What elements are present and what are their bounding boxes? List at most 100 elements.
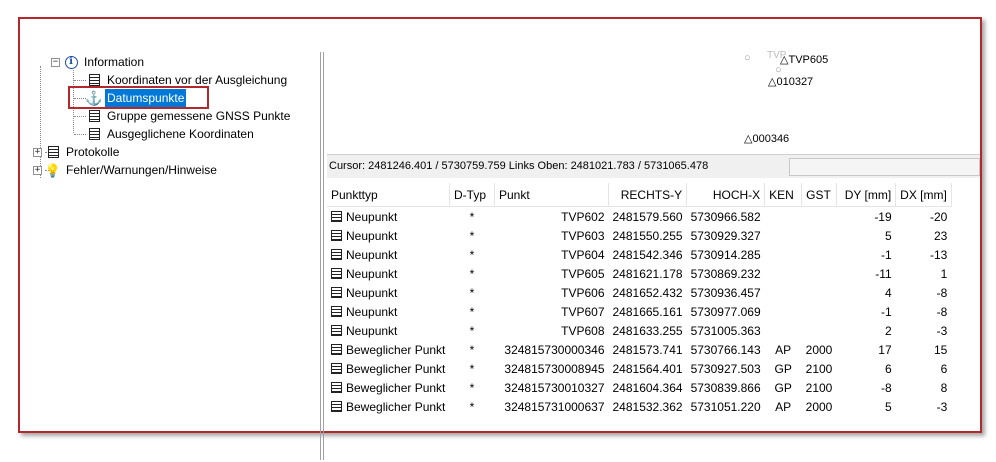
- tree-node-information[interactable]: − i Information: [51, 53, 146, 71]
- tree-node-fehler[interactable]: + 💡 Fehler/Warnungen/Hinweise: [33, 161, 219, 179]
- document-icon: [331, 344, 342, 355]
- point-marker: ○: [775, 64, 782, 76]
- cell-dy: -11: [875, 266, 892, 281]
- document-icon: [331, 325, 342, 336]
- table-row[interactable]: Neupunkt * TVP605 2481621.178 5730869.232 -11…: [327, 264, 951, 283]
- document-icon: [331, 401, 342, 412]
- cell-gst: [802, 321, 837, 340]
- cell-hoch: 5730977.069: [690, 304, 761, 319]
- cell-dx: -20: [929, 209, 948, 224]
- table-row[interactable]: Neupunkt * TVP606 2481652.432 5730936.457 4 -8: [327, 283, 951, 302]
- cell-dtyp: *: [469, 209, 475, 224]
- cell-punkt: TVP608: [561, 323, 605, 338]
- document-icon: [88, 128, 100, 140]
- cell-gst: [802, 302, 837, 321]
- cell-dy: -1: [880, 247, 892, 262]
- cell-hoch: 5730869.232: [690, 266, 761, 281]
- cell-dx: -3: [936, 323, 948, 338]
- table-row[interactable]: Neupunkt * TVP608 2481633.255 5731005.363 2 -3: [327, 321, 951, 340]
- cell-rechts: 2481564.401: [612, 361, 683, 376]
- table-row[interactable]: Neupunkt * TVP602 2481579.560 5730966.582 -19…: [327, 207, 951, 227]
- cell-ken: GP: [774, 380, 792, 395]
- cell-dx: -8: [936, 285, 948, 300]
- tree-node-gruppe-gnss[interactable]: Gruppe gemessene GNSS Punkte: [87, 107, 292, 125]
- cell-hoch: 5730839.866: [690, 380, 761, 395]
- cell-dtyp: *: [469, 247, 475, 262]
- cell-ken: [765, 264, 802, 283]
- document-icon: [331, 363, 342, 374]
- expand-icon[interactable]: +: [33, 165, 42, 175]
- table-row[interactable]: Neupunkt * TVP607 2481665.161 5730977.069 -1 -…: [327, 302, 951, 321]
- results-table[interactable]: Punkttyp D-Typ Punkt RECHTS-Y HOCH-X KEN…: [327, 183, 980, 416]
- cell-rechts: 2481550.255: [612, 228, 683, 243]
- cell-rechts: 2481532.362: [612, 399, 683, 414]
- expand-icon[interactable]: +: [33, 147, 42, 157]
- cell-typ: Neupunkt: [327, 321, 450, 340]
- table-row[interactable]: Beweglicher Punkt * 324815730010327 2481604…: [327, 378, 951, 397]
- cell-typ: Beweglicher Punkt: [327, 397, 450, 416]
- column-header-dx[interactable]: DX [mm]: [895, 183, 952, 207]
- cell-ken: [765, 283, 802, 302]
- cell-dy: 17: [878, 342, 892, 357]
- cell-dy: -19: [874, 209, 892, 224]
- cell-typ: Neupunkt: [327, 283, 450, 302]
- table-row[interactable]: Beweglicher Punkt * 324815730000346 2481573…: [327, 340, 951, 359]
- cell-dx: -8: [936, 304, 948, 319]
- cell-hoch: 5730966.582: [690, 209, 761, 224]
- tree-node-protokolle[interactable]: + Protokolle: [33, 143, 121, 161]
- column-header-ken[interactable]: KEN: [764, 183, 803, 207]
- cell-dtyp: *: [469, 342, 475, 357]
- document-icon: [331, 306, 342, 317]
- column-header-punkttyp[interactable]: Punkttyp: [327, 183, 450, 207]
- cell-ken: GP: [774, 361, 792, 376]
- cell-dx: 15: [933, 342, 948, 357]
- cell-punkt: TVP606: [561, 285, 605, 300]
- document-icon: [331, 382, 342, 393]
- cell-dtyp: *: [469, 361, 475, 376]
- cell-dx: -3: [936, 399, 948, 414]
- column-header-dy[interactable]: DY [mm]: [836, 183, 897, 207]
- table-row[interactable]: Beweglicher Punkt * 324815730008945 2481564…: [327, 359, 951, 378]
- column-header-gst[interactable]: GST: [801, 183, 838, 207]
- column-header-punkt[interactable]: Punkt: [494, 183, 609, 207]
- cell-hoch: 5730936.457: [690, 285, 761, 300]
- cell-gst: [802, 283, 837, 302]
- info-icon: i: [64, 55, 78, 69]
- cell-dx: 1: [940, 266, 948, 281]
- collapse-icon[interactable]: −: [51, 57, 60, 67]
- cell-typ: Neupunkt: [327, 226, 450, 245]
- annotation-highlight-box: [68, 86, 209, 109]
- column-header-hoch[interactable]: HOCH-X: [686, 183, 766, 207]
- cell-gst: [802, 264, 837, 283]
- table-row[interactable]: Beweglicher Punkt * 324815731000637 2481532…: [327, 397, 951, 416]
- cell-typ: Neupunkt: [327, 245, 450, 264]
- tree-label-gruppe-gnss: Gruppe gemessene GNSS Punkte: [107, 109, 291, 123]
- document-icon: [88, 74, 100, 86]
- cell-dy: 6: [884, 361, 892, 376]
- graphic-view[interactable]: ○ TVP △TVP605 ○ △010327 △000346: [327, 30, 980, 154]
- table-row[interactable]: Neupunkt * TVP603 2481550.255 5730929.327 5 23: [327, 226, 951, 245]
- cell-hoch: 5730929.327: [690, 228, 761, 243]
- column-header-dtyp[interactable]: D-Typ: [449, 183, 495, 207]
- tree-node-ausgeglichene[interactable]: Ausgeglichene Koordinaten: [87, 125, 256, 143]
- cell-ken: [765, 302, 802, 321]
- cell-hoch: 5730914.285: [690, 247, 761, 262]
- point-label-tvp605: △TVP605: [780, 54, 829, 66]
- cell-ken: [765, 321, 802, 340]
- table-row[interactable]: Neupunkt * TVP604 2481542.346 5730914.285 -1 -…: [327, 245, 951, 264]
- document-icon: [331, 268, 342, 279]
- column-header-rechts[interactable]: RECHTS-Y: [608, 183, 688, 207]
- cell-gst: 2100: [805, 380, 833, 395]
- cell-punkt: TVP603: [561, 228, 605, 243]
- status-bar: Cursor: 2481246.401 / 5730759.759 Links …: [327, 154, 980, 178]
- cell-dy: 4: [884, 285, 892, 300]
- cell-gst: 2000: [805, 399, 833, 414]
- cell-gst: [802, 245, 837, 264]
- cell-punkt: 324815730010327: [504, 380, 605, 395]
- navigation-tree[interactable]: − i Information Koordinaten vor der Ausg…: [30, 52, 320, 252]
- pane-splitter[interactable]: [320, 52, 324, 460]
- cell-dx: 8: [940, 380, 948, 395]
- cell-dx: 6: [940, 361, 948, 376]
- cell-rechts: 2481579.560: [612, 209, 683, 224]
- point-label-000346: △000346: [744, 133, 790, 145]
